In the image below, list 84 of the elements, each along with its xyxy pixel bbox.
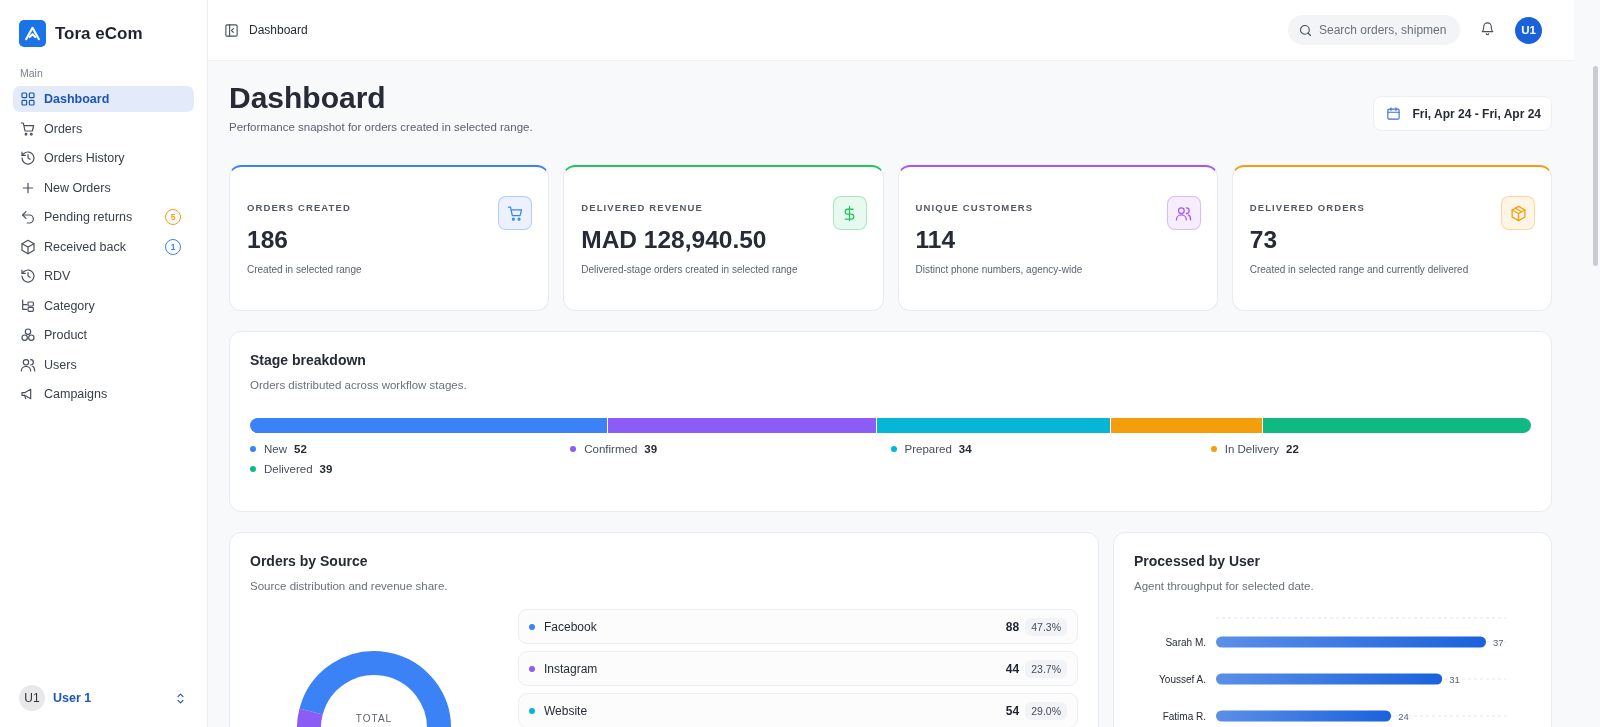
- stat-note: Delivered-stage orders created in selected range: [581, 264, 799, 275]
- stage-count: 22: [1286, 443, 1299, 455]
- history-icon: [20, 150, 36, 166]
- app-logo-icon: [19, 20, 46, 47]
- source-share: 47.3%: [1025, 617, 1067, 636]
- app-name: Tora eCom: [55, 23, 143, 44]
- stage-count: 39: [319, 463, 333, 475]
- calendar-icon: [1385, 106, 1401, 121]
- sidebar-toggle-icon: [224, 22, 239, 38]
- history-icon: [20, 268, 36, 284]
- stat-label: ORDERS CREATED: [247, 202, 351, 213]
- source-name: Facebook: [544, 619, 598, 634]
- stat-value: 73: [1249, 226, 1278, 254]
- user-avatar[interactable]: U1: [19, 685, 45, 711]
- source-share: 23.7%: [1025, 659, 1067, 678]
- stage-count: 52: [294, 443, 307, 455]
- stat-label: UNIQUE CUSTOMERS: [915, 202, 1034, 213]
- card-title: Processed by User: [1134, 553, 1262, 569]
- bell-icon: [1480, 20, 1495, 36]
- package-icon: [20, 238, 36, 255]
- cart-icon: [506, 204, 524, 222]
- value-label: 37: [1493, 637, 1504, 648]
- sidebar-item[interactable]: Category: [13, 292, 194, 319]
- source-name: Website: [544, 703, 589, 718]
- sidebar-item[interactable]: Product: [13, 322, 194, 348]
- sidebar-item[interactable]: Dashboard: [13, 86, 194, 112]
- stat-note: Created in selected range: [247, 264, 363, 275]
- stat-value: 114: [915, 226, 957, 254]
- grid-icon: [20, 91, 36, 107]
- source-count: 54: [1005, 703, 1020, 718]
- stat-note: Created in selected range and currently delivered: [1249, 264, 1470, 275]
- value-label: 24: [1398, 711, 1409, 722]
- hierarchy-icon: [20, 297, 36, 314]
- count-badge: 1: [165, 238, 181, 255]
- stage-name: Prepared: [904, 443, 952, 455]
- stat-label: DELIVERED REVENUE: [581, 202, 703, 213]
- stage-name: Delivered: [264, 463, 313, 475]
- axis-label: Sarah M.: [1165, 637, 1206, 648]
- sidebar-item[interactable]: Users: [13, 351, 194, 378]
- sidebar-item[interactable]: New Orders: [13, 174, 194, 201]
- users-icon: [1175, 204, 1193, 222]
- stat-note: Distinct phone numbers, agency-wide: [915, 264, 1084, 275]
- stat-value: 186: [247, 226, 289, 254]
- axis-label: Fatima R.: [1162, 711, 1206, 722]
- stat-label: DELIVERED ORDERS: [1249, 202, 1365, 213]
- value-label: 31: [1449, 674, 1460, 685]
- stage-name: New: [264, 443, 287, 455]
- stat-value: MAD 128,940.50: [581, 226, 768, 254]
- card-title: Stage breakdown: [250, 352, 367, 368]
- card-subtitle: Orders distributed across workflow stages.: [250, 379, 468, 391]
- stage-name: Confirmed: [584, 443, 638, 455]
- user-name[interactable]: User 1: [53, 691, 165, 705]
- sidebar-item[interactable]: RDV: [13, 263, 194, 289]
- scrollbar[interactable]: [1593, 66, 1598, 266]
- source-count: 88: [1005, 619, 1020, 634]
- source-share: 29.0%: [1025, 701, 1067, 720]
- page-subtitle: Performance snapshot for orders created in selected range.: [229, 121, 533, 133]
- card-subtitle: Source distribution and revenue share.: [250, 580, 449, 592]
- package-icon: [1509, 204, 1527, 222]
- sidebar-item[interactable]: Campaigns: [13, 381, 194, 407]
- card-subtitle: Agent throughput for selected date.: [1134, 580, 1315, 592]
- breadcrumb: Dashboard: [249, 23, 309, 37]
- sidebar-item[interactable]: Received back 1: [13, 233, 194, 260]
- stage-name: In Delivery: [1224, 443, 1280, 455]
- search-field[interactable]: Search orders, shipmen: [1288, 15, 1460, 45]
- stage-count: 39: [644, 443, 658, 455]
- page-title: Dashboard: [229, 81, 387, 115]
- users-icon: [20, 356, 36, 373]
- count-badge: 5: [165, 209, 181, 225]
- source-name: Instagram: [544, 661, 599, 676]
- return-arrow-icon: [20, 209, 36, 225]
- date-range-button[interactable]: Fri, Apr 24 - Fri, Apr 24: [1372, 96, 1552, 131]
- sidebar-item[interactable]: Orders: [13, 115, 194, 142]
- total-label: TOTAL: [355, 713, 393, 724]
- stage-count: 34: [958, 443, 972, 455]
- section-label: Main: [19, 67, 44, 79]
- sidebar-item[interactable]: Orders History: [13, 145, 194, 171]
- cart-icon: [20, 120, 36, 137]
- axis-label: Youssef A.: [1159, 674, 1206, 685]
- cluster-icon: [20, 327, 36, 343]
- user-avatar[interactable]: U1: [1515, 16, 1542, 44]
- source-count: 44: [1005, 661, 1020, 676]
- card-title: Orders by Source: [250, 553, 369, 569]
- sidebar-item[interactable]: Pending returns 5: [13, 204, 194, 230]
